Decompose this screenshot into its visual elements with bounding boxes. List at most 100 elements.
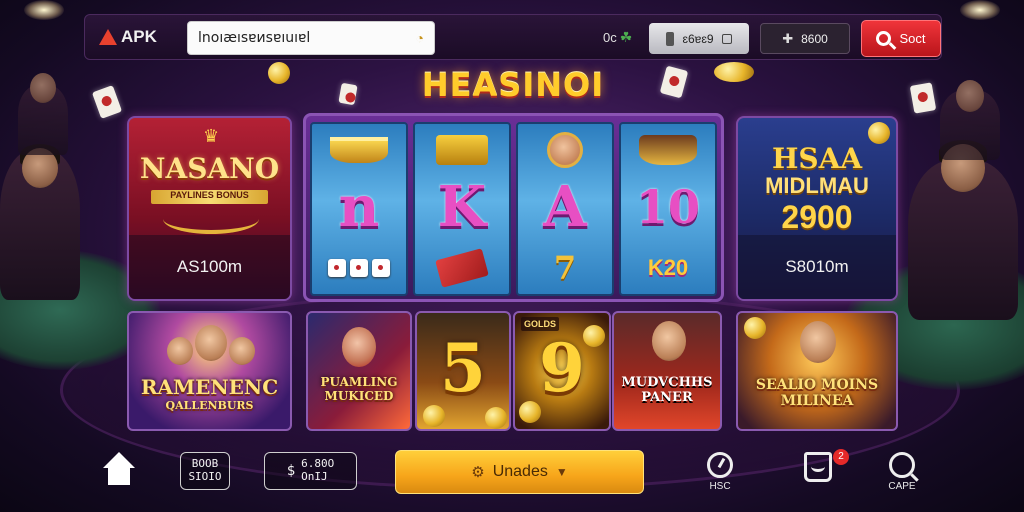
dice-icon xyxy=(312,248,406,288)
game-tile[interactable]: GOLDS 9 xyxy=(513,311,611,431)
background-person-right xyxy=(908,140,1018,320)
slot-reels[interactable]: n K A 7 10 K20 xyxy=(303,113,724,302)
bag-icon: 2 xyxy=(804,449,849,482)
coin-icon xyxy=(485,407,507,429)
coin-icon xyxy=(423,405,445,427)
game-tile[interactable]: SEALIO MOINS MILINEA xyxy=(736,311,898,431)
promo-subtitle: PAYLINES BONUS xyxy=(151,190,268,204)
balance-box[interactable]: ɛ6ɐɛ9 xyxy=(649,23,749,54)
search-value: lnoıæısɐиsɐıuıɐl xyxy=(198,30,311,46)
floating-card-decoration xyxy=(338,82,358,106)
gold-pot-icon xyxy=(330,137,388,163)
coin-icon xyxy=(583,325,605,347)
phone-icon xyxy=(666,31,675,46)
magnifier-icon xyxy=(876,31,892,46)
wallet-icon xyxy=(721,33,732,44)
coins-box[interactable]: ✚ 8600 xyxy=(760,23,850,54)
tile-title: RAMENENC xyxy=(140,375,279,399)
search-icon[interactable]: ◔ xyxy=(416,30,424,46)
game-tile[interactable]: PUAMLING MUKICED xyxy=(306,311,412,431)
ceiling-light xyxy=(960,0,1000,20)
jackpot-value: 2900 xyxy=(781,199,853,235)
reel-1: n xyxy=(310,122,408,296)
nav-cape[interactable]: CAPE xyxy=(882,452,922,492)
tile-title: MUDVCHHS PANER xyxy=(621,375,713,405)
top-bar: APK lnoıæısɐиsɐıuıɐl ◔ 0c ☘ ɛ6ɐɛ9 ✚ 8600… xyxy=(84,14,942,60)
reel-4: 10 K20 xyxy=(619,122,717,296)
reel-3: A 7 xyxy=(516,122,614,296)
bottom-stat-box[interactable]: BOOB SIOIO xyxy=(180,452,230,490)
coin-icon xyxy=(868,122,890,144)
nav-messages[interactable]: 2 xyxy=(798,449,849,482)
reel-symbol: A xyxy=(543,174,587,240)
reel-symbol: 10 xyxy=(635,180,700,234)
crown-icon: ♛ xyxy=(203,126,220,146)
sort-label: Soct xyxy=(899,31,926,46)
background-person-left-far xyxy=(18,73,68,155)
logo-text: APK xyxy=(121,27,157,46)
promo-amount: S8010m xyxy=(738,235,896,299)
dollar-icon: $ xyxy=(286,462,296,479)
nav-hs-label: HSC xyxy=(709,481,731,492)
search-input[interactable]: lnoıæısɐиsɐıuıɐl ◔ xyxy=(187,21,435,55)
status-badge: 0c ☘ xyxy=(603,29,632,46)
wallet-line-2: OnIJ xyxy=(301,470,328,483)
floating-coin-decoration xyxy=(268,62,290,84)
game-tile[interactable]: MUDVCHHS PANER xyxy=(612,311,722,431)
balance-value: ɛ6ɐɛ9 xyxy=(682,31,714,46)
avatar xyxy=(229,337,255,365)
background-person-left xyxy=(0,144,80,300)
coin-icon xyxy=(519,401,541,423)
ceiling-light xyxy=(24,0,64,20)
nav-cape-label: CAPE xyxy=(888,481,916,492)
coin-icon xyxy=(744,317,766,339)
avatar xyxy=(167,337,193,365)
k20-symbol: K20 xyxy=(647,255,689,280)
updates-label: Unades xyxy=(492,463,548,480)
notification-badge: 2 xyxy=(833,449,849,465)
promo-logo: NASANO xyxy=(139,152,280,185)
gold-seven-symbol: 7 xyxy=(553,249,577,287)
jackpot-name: HSAA xyxy=(771,142,863,175)
app-logo[interactable]: APK xyxy=(99,27,157,47)
floating-card-decoration xyxy=(659,65,689,99)
avatar xyxy=(195,325,227,361)
promo-card-left[interactable]: ♛ NASANO PAYLINES BONUS AS100m xyxy=(127,116,292,301)
reel-symbol: K xyxy=(437,174,487,240)
updates-button[interactable]: ⚙ Unades ▼ xyxy=(395,450,644,494)
sort-button[interactable]: Soct xyxy=(861,20,941,57)
red-card-icon xyxy=(435,248,489,288)
game-tile[interactable]: RAMENENC QALLENBURS xyxy=(127,311,292,431)
avatar xyxy=(652,321,686,361)
reel-symbol: n xyxy=(338,174,380,240)
home-icon[interactable] xyxy=(103,452,135,486)
floating-card-decoration xyxy=(91,85,123,119)
badge-text: 0c xyxy=(603,30,617,45)
tile-subtitle: QALLENBURS xyxy=(165,399,254,412)
roulette-arc-icon xyxy=(163,204,259,234)
nav-hs[interactable]: HSC xyxy=(700,452,740,492)
gold-box-icon xyxy=(436,135,488,165)
reel-2: K xyxy=(413,122,511,296)
page-title: HEASINOI xyxy=(421,66,605,104)
promo-amount: AS100m xyxy=(129,235,290,299)
plus-icon: ✚ xyxy=(782,30,794,46)
avatar xyxy=(800,321,836,363)
background-person-right-far xyxy=(940,80,1000,160)
hat-pot-icon xyxy=(639,135,697,165)
floating-card-decoration xyxy=(909,82,937,114)
promo-card-right[interactable]: HSAA MIDLMAU 2900 S8010m xyxy=(736,116,898,301)
gauge-icon xyxy=(707,452,733,478)
face-icon xyxy=(547,132,583,168)
bottom-wallet-box[interactable]: $ 6.80O OnIJ xyxy=(264,452,357,490)
jackpot-label: MIDLMAU xyxy=(765,173,869,198)
gear-icon: ⚙ xyxy=(471,464,485,481)
game-tile[interactable]: 5 xyxy=(415,311,511,431)
chevron-down-icon: ▼ xyxy=(555,465,568,479)
tile-title: SEALIO MOINS MILINEA xyxy=(755,377,879,409)
floating-coin-decoration xyxy=(714,62,754,82)
tile-title: PUAMLING MUKICED xyxy=(320,375,398,403)
leaf-icon: ☘ xyxy=(619,29,633,45)
search-icon xyxy=(889,452,915,478)
coins-value: 8600 xyxy=(801,31,828,46)
